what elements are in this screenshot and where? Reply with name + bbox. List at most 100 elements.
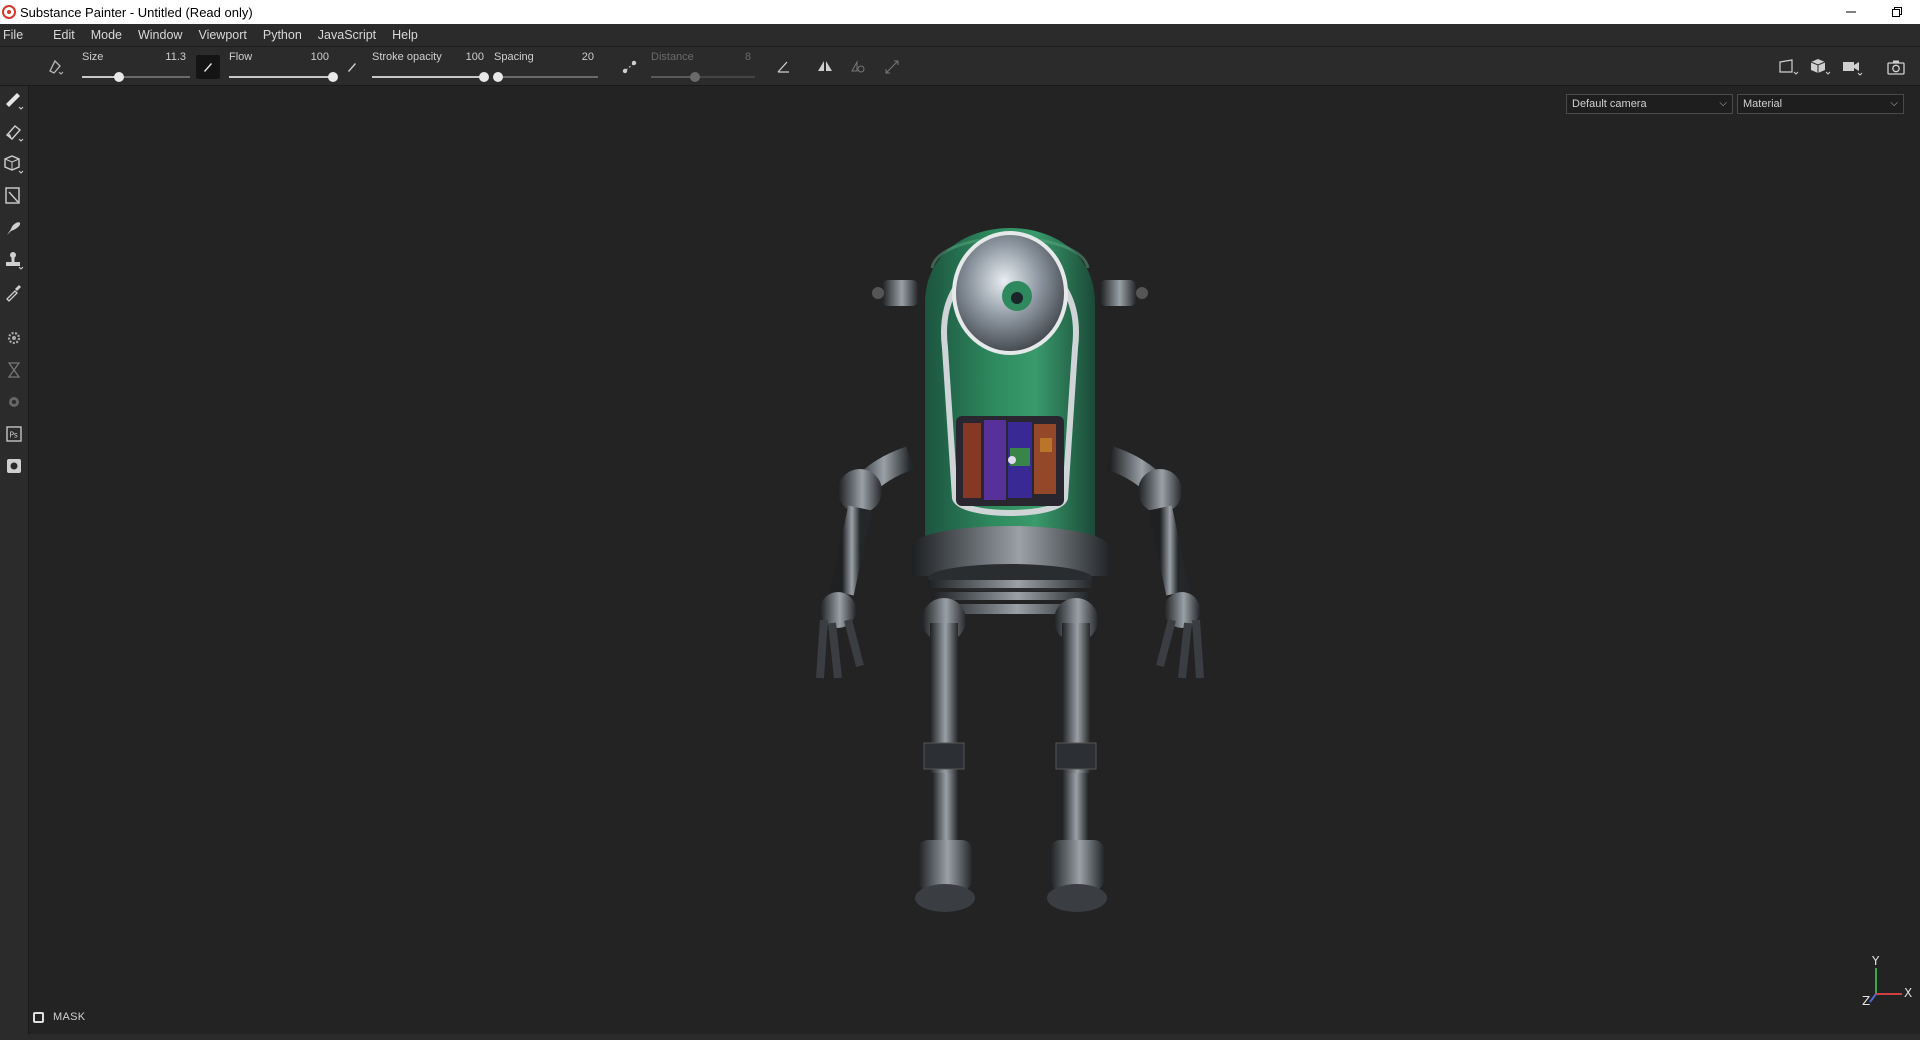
camera-settings-button[interactable] [1840,55,1864,79]
minimize-button[interactable] [1828,0,1874,24]
brush-icon [6,93,24,110]
flow-fill [229,76,333,78]
substance-share-button[interactable] [2,390,26,414]
stroke-opacity-fill [372,76,484,78]
mask-checkbox[interactable] [33,1011,44,1023]
symmetry-icon [818,61,832,71]
polygon-fill-icon [5,187,20,204]
spacing-label: Spacing [494,51,534,63]
view-2d-3d-button[interactable] [1776,55,1800,79]
size-slider[interactable]: Size 11.3 [82,49,190,85]
flow-track[interactable] [229,72,338,82]
distance-track [651,72,755,82]
pen-pressure-icon [348,63,356,72]
menu-mode[interactable]: Mode [87,28,131,42]
brush-preset-button[interactable] [44,55,68,79]
distance-value: 8 [744,51,751,63]
stroke-opacity-track[interactable] [372,72,489,82]
axis-x-label: X [1904,986,1913,1000]
symmetry-settings-button[interactable] [846,55,870,79]
restore-button[interactable] [1874,0,1920,24]
export-button[interactable] [2,454,26,478]
display-mode-select-value: Material [1743,98,1783,110]
spacing-knob[interactable] [493,72,504,82]
size-pen-pressure-button[interactable] [196,55,220,79]
transform-button[interactable] [880,55,904,79]
spacing-slider[interactable]: Spacing 20 [493,49,598,85]
axis-gizmo: Y X Z [1862,954,1913,1008]
polygon-fill-tool-button[interactable] [2,184,26,208]
photoshop-icon: Ps [6,426,22,442]
size-knob[interactable] [113,72,124,82]
flow-knob[interactable] [328,72,338,82]
smudge-tool-button[interactable] [2,216,26,240]
robot-3d-model[interactable] [760,208,1260,938]
title-bar: Substance Painter - Untitled (Read only) [0,0,1920,24]
lazy-mouse-icon [622,60,637,74]
screenshot-button[interactable] [1884,55,1908,79]
size-label: Size [82,51,104,63]
stroke-opacity-knob[interactable] [479,72,489,82]
eraser-tool-button[interactable] [2,120,26,144]
display-settings-button[interactable] [1808,55,1832,79]
stroke-opacity-label: Stroke opacity [372,51,442,63]
chevron-down-icon: ⌵ [1719,98,1727,109]
menu-help[interactable]: Help [388,28,427,42]
eyedropper-icon [6,285,21,302]
brush-preset-icon [49,59,64,75]
menu-file[interactable]: File [0,28,32,42]
view-mode-icon [1779,59,1799,75]
window-title: Substance Painter - Untitled (Read only) [20,4,253,20]
menu-viewport[interactable]: Viewport [194,28,255,42]
size-track[interactable] [82,72,190,82]
svg-text:Ps: Ps [10,431,18,440]
camera-select[interactable]: Default camera ⌵ [1566,94,1733,114]
menu-javascript[interactable]: JavaScript [314,28,385,42]
gear-icon [7,331,21,345]
eraser-icon [5,125,24,142]
size-value[interactable]: 11.3 [165,51,186,63]
mask-toggle[interactable]: MASK [33,1011,85,1023]
export-icon [7,459,21,473]
camera-select-value: Default camera [1572,98,1647,110]
substance-icon [9,397,19,407]
projection-cube-icon [4,155,24,174]
axis-z-label: Z [1862,994,1871,1008]
lazy-mouse-button[interactable] [618,55,642,79]
hourglass-icon [7,362,21,378]
flow-value[interactable]: 100 [311,51,329,63]
stamp-icon [6,252,24,270]
spacing-value[interactable]: 20 [582,51,594,63]
bake-settings-button[interactable] [2,326,26,350]
flow-label: Flow [229,51,253,63]
clone-tool-button[interactable] [2,248,26,272]
photoshop-export-button[interactable]: Ps [2,422,26,446]
projection-tool-button[interactable] [2,152,26,176]
stroke-opacity-value[interactable]: 100 [466,51,484,63]
paint-tool-button[interactable] [2,88,26,112]
mask-label: MASK [53,1011,86,1023]
display-mode-select[interactable]: Material ⌵ [1737,94,1904,114]
flow-slider[interactable]: Flow 100 [229,49,338,85]
distance-slider: Distance 8 [651,49,755,85]
menu-edit[interactable]: Edit [49,28,84,42]
tool-properties-bar: Size 11.3 Flow 100 Stroke opacity 100 Sp… [0,46,1920,86]
flow-pen-pressure-button[interactable] [340,55,364,79]
spacing-track[interactable] [493,72,598,82]
axis-y-label: Y [1872,954,1880,968]
video-camera-icon [1843,62,1863,76]
symmetry-button[interactable] [813,55,837,79]
cube-icon [1810,59,1831,75]
menu-python[interactable]: Python [259,28,311,42]
restore-icon [1892,7,1902,17]
distance-label: Distance [651,51,694,63]
line-angle-button[interactable] [772,55,796,79]
menu-bar: File Edit Mode Window Viewport Python Ja… [0,24,1920,46]
photo-camera-icon [1887,60,1905,75]
chevron-down-icon: ⌵ [1890,98,1898,109]
menu-window[interactable]: Window [134,28,191,42]
history-button[interactable] [2,358,26,382]
color-picker-tool-button[interactable] [2,280,26,304]
stroke-opacity-slider[interactable]: Stroke opacity 100 [372,49,489,85]
angle-icon [777,61,789,73]
